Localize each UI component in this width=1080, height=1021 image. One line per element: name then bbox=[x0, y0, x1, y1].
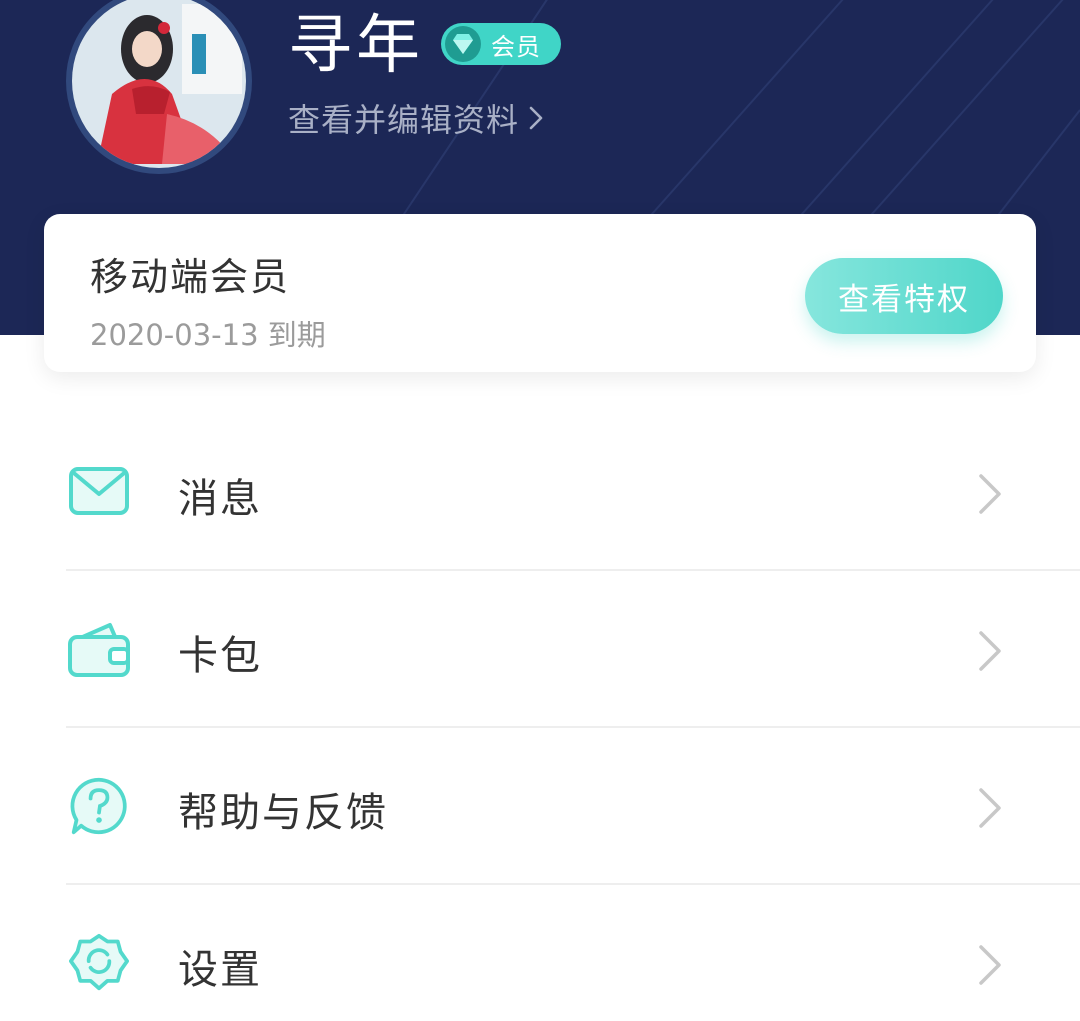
member-badge-label: 会员 bbox=[491, 32, 541, 61]
chevron-right-icon bbox=[979, 945, 1001, 985]
view-privileges-button[interactable]: 查看特权 bbox=[805, 258, 1003, 334]
profile-link-label: 查看并编辑资料 bbox=[288, 101, 520, 139]
chevron-right-icon bbox=[979, 788, 1001, 828]
menu-item-help-feedback[interactable]: 帮助与反馈 bbox=[0, 728, 1080, 885]
menu-list: 消息 卡包 帮助与反馈 设置 bbox=[0, 414, 1080, 1021]
username: 寻年 bbox=[288, 9, 424, 83]
view-edit-profile-link[interactable]: 查看并编辑资料 bbox=[288, 95, 543, 141]
chevron-right-icon bbox=[529, 106, 543, 130]
chevron-right-icon bbox=[979, 631, 1001, 671]
membership-title: 移动端会员 bbox=[90, 255, 291, 299]
menu-item-label: 设置 bbox=[178, 947, 262, 993]
membership-card: 移动端会员 2020-03-13 到期 查看特权 bbox=[44, 214, 1036, 372]
menu-item-settings[interactable]: 设置 bbox=[0, 885, 1080, 1021]
help-icon bbox=[70, 777, 127, 835]
menu-item-wallet[interactable]: 卡包 bbox=[0, 571, 1080, 728]
menu-item-label: 消息 bbox=[178, 476, 262, 522]
menu-item-label: 帮助与反馈 bbox=[178, 790, 388, 836]
chevron-right-icon bbox=[979, 474, 1001, 514]
member-badge: 会员 bbox=[441, 23, 561, 65]
menu-item-label: 卡包 bbox=[178, 633, 262, 679]
diamond-icon bbox=[445, 26, 481, 62]
membership-expiry: 2020-03-13 到期 bbox=[90, 318, 326, 352]
mail-icon bbox=[69, 467, 129, 515]
wallet-icon bbox=[68, 623, 130, 677]
menu-item-messages[interactable]: 消息 bbox=[0, 414, 1080, 571]
settings-icon bbox=[69, 933, 129, 991]
